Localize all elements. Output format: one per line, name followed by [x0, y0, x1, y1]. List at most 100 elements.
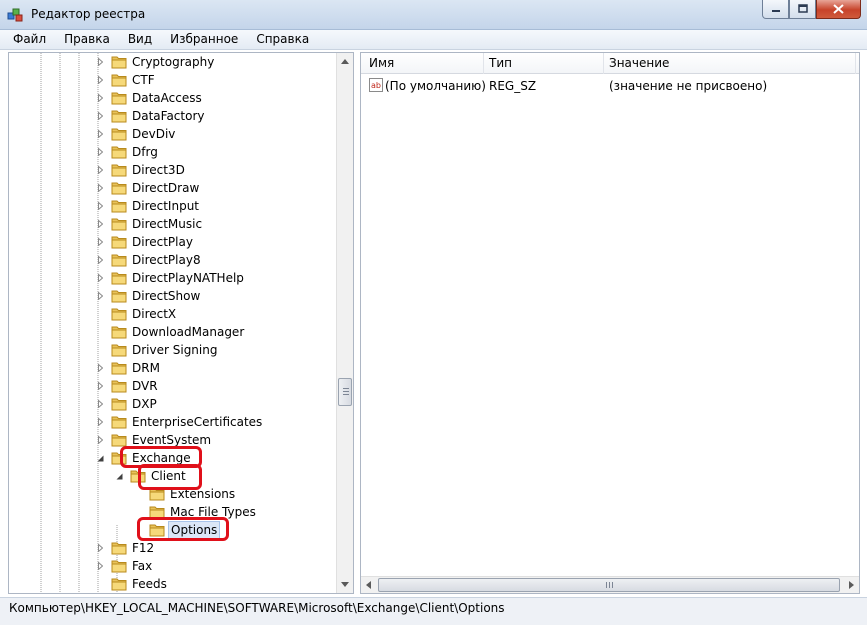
no-expander [133, 489, 143, 499]
tree-item-label: DevDiv [132, 127, 176, 141]
column-header-value[interactable]: Значение [609, 56, 669, 70]
tree-item[interactable]: DXP [95, 395, 159, 413]
folder-icon [111, 74, 127, 87]
expand-arrow-icon[interactable] [95, 399, 105, 409]
folder-icon [111, 236, 127, 249]
tree-item[interactable]: DevDiv [95, 125, 177, 143]
expand-arrow-icon[interactable] [95, 273, 105, 283]
folder-icon [111, 200, 127, 213]
folder-icon [111, 92, 127, 105]
collapse-arrow-icon[interactable] [95, 453, 105, 463]
tree-item[interactable]: DirectInput [95, 197, 201, 215]
tree-vertical-scrollbar[interactable] [336, 53, 353, 593]
value-row[interactable]: ab (По умолчанию) REG_SZ (значение не пр… [361, 77, 859, 95]
tree-item[interactable]: DirectX [95, 305, 178, 323]
expand-arrow-icon[interactable] [95, 291, 105, 301]
expand-arrow-icon[interactable] [95, 75, 105, 85]
tree-item[interactable]: EnterpriseCertificates [95, 413, 264, 431]
folder-icon [111, 434, 127, 447]
value-name: (По умолчанию) [385, 79, 486, 93]
scroll-thumb[interactable] [338, 378, 352, 406]
expand-arrow-icon[interactable] [95, 255, 105, 265]
collapse-arrow-icon[interactable] [114, 471, 124, 481]
tree-item-label: Client [151, 469, 186, 483]
tree-item[interactable]: DRM [95, 359, 162, 377]
tree-item[interactable]: CTF [95, 71, 157, 89]
menu-help[interactable]: Справка [244, 30, 315, 50]
values-list[interactable]: Имя Тип Значение ab (По умолчанию) REG_S… [360, 52, 860, 594]
expand-arrow-icon[interactable] [95, 129, 105, 139]
arrow-up-icon [341, 59, 349, 64]
menu-file[interactable]: Файл [0, 30, 52, 50]
expand-arrow-icon[interactable] [95, 93, 105, 103]
column-header-name[interactable]: Имя [369, 56, 394, 70]
tree-item-label: DirectMusic [132, 217, 203, 231]
maximize-button[interactable] [789, 0, 816, 19]
expand-arrow-icon[interactable] [95, 363, 105, 373]
expand-arrow-icon[interactable] [95, 417, 105, 427]
tree-item[interactable]: DirectPlay8 [95, 251, 203, 269]
menu-edit[interactable]: Правка [52, 30, 116, 50]
expand-arrow-icon[interactable] [95, 435, 105, 445]
folder-icon [111, 254, 127, 267]
tree-item-label: Direct3D [132, 163, 185, 177]
horizontal-scroll-thumb[interactable] [378, 578, 840, 592]
expand-arrow-icon[interactable] [95, 561, 105, 571]
expand-arrow-icon[interactable] [95, 57, 105, 67]
tree-item[interactable]: DownloadManager [95, 323, 246, 341]
tree-item[interactable]: Direct3D [95, 161, 187, 179]
scroll-down-button[interactable] [337, 576, 353, 593]
expand-arrow-icon[interactable] [95, 183, 105, 193]
tree-item[interactable]: F12 [95, 539, 156, 557]
scroll-up-button[interactable] [337, 53, 353, 70]
tree-item[interactable]: Feeds [95, 575, 169, 593]
close-button[interactable] [816, 0, 861, 19]
folder-icon [111, 560, 127, 573]
tree-item[interactable]: DirectPlayNATHelp [95, 269, 246, 287]
expand-arrow-icon[interactable] [95, 543, 105, 553]
tree-item[interactable]: DataAccess [95, 89, 204, 107]
folder-icon [111, 452, 127, 465]
menu-bar: Файл Правка Вид Избранное Справка [0, 30, 867, 50]
tree-item[interactable]: Extensions [133, 485, 237, 503]
column-header-type[interactable]: Тип [489, 56, 512, 70]
tree-item[interactable]: Mac File Types [133, 503, 258, 521]
arrow-left-icon[interactable] [366, 581, 371, 589]
expand-arrow-icon[interactable] [95, 165, 105, 175]
minimize-button[interactable] [762, 0, 789, 19]
tree-item[interactable]: Options [133, 521, 221, 539]
tree-item-label: Driver Signing [132, 343, 218, 357]
tree-item[interactable]: DirectMusic [95, 215, 204, 233]
close-icon [833, 4, 844, 14]
tree-item-label: DXP [132, 397, 157, 411]
list-horizontal-scrollbar[interactable] [361, 576, 859, 593]
menu-view[interactable]: Вид [116, 30, 158, 50]
expand-arrow-icon[interactable] [95, 237, 105, 247]
menu-favorites[interactable]: Избранное [158, 30, 244, 50]
expand-arrow-icon[interactable] [95, 381, 105, 391]
folder-icon [111, 146, 127, 159]
tree-item[interactable]: Client [114, 467, 188, 485]
tree-item[interactable]: DirectDraw [95, 179, 201, 197]
no-expander [133, 525, 143, 535]
tree-item[interactable]: DVR [95, 377, 160, 395]
tree-item[interactable]: DirectShow [95, 287, 202, 305]
expand-arrow-icon[interactable] [95, 219, 105, 229]
tree-item[interactable]: EventSystem [95, 431, 213, 449]
expand-arrow-icon[interactable] [95, 111, 105, 121]
tree-item[interactable]: Exchange [95, 449, 193, 467]
tree-item[interactable]: Dfrg [95, 143, 160, 161]
expand-arrow-icon[interactable] [95, 147, 105, 157]
window-title: Редактор реестра [31, 7, 146, 21]
tree-item-label: DirectX [132, 307, 177, 321]
registry-tree[interactable]: Cryptography CTF DataAccess DataFactory DevD… [8, 52, 354, 594]
window-controls [762, 0, 861, 20]
tree-item[interactable]: DirectPlay [95, 233, 195, 251]
tree-item[interactable]: Fax [95, 557, 154, 575]
tree-item[interactable]: Cryptography [95, 53, 216, 71]
arrow-right-icon[interactable] [849, 581, 854, 589]
tree-item-label: DataAccess [132, 91, 202, 105]
tree-item[interactable]: Driver Signing [95, 341, 219, 359]
expand-arrow-icon[interactable] [95, 201, 105, 211]
tree-item[interactable]: DataFactory [95, 107, 207, 125]
